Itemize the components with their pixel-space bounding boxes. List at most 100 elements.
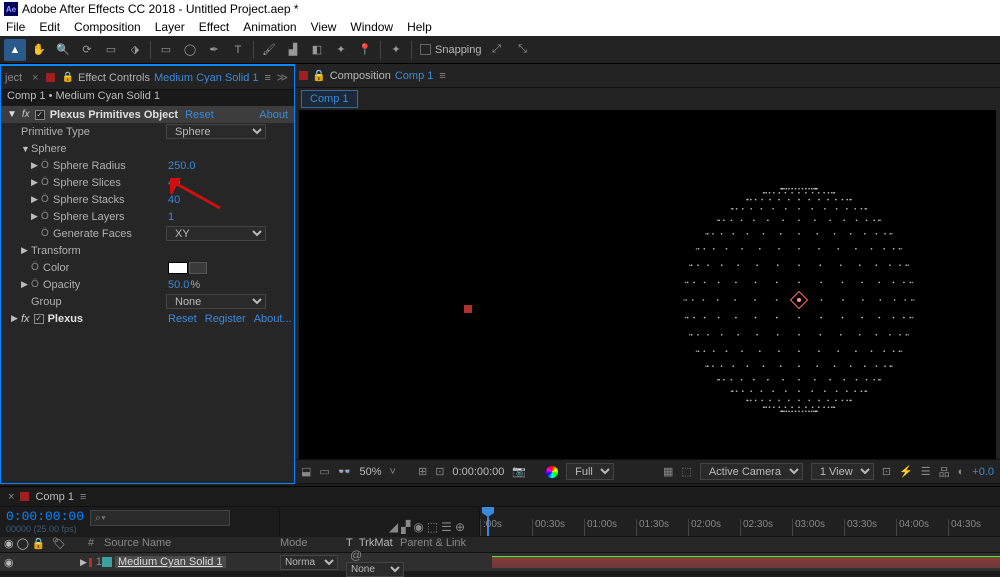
close-icon[interactable]: × <box>32 72 38 84</box>
menu-composition[interactable]: Composition <box>74 20 141 34</box>
resolution-select[interactable]: Full <box>566 463 614 480</box>
menu-layer[interactable]: Layer <box>155 20 185 34</box>
menu-animation[interactable]: Animation <box>243 20 296 34</box>
twirl-icon[interactable]: ▶ <box>31 177 41 188</box>
snap-edge-icon[interactable]: ⤢ <box>486 39 508 61</box>
channel-icon[interactable] <box>546 466 558 478</box>
eyedropper-icon[interactable] <box>189 262 207 274</box>
pickwhip-icon[interactable]: @ <box>350 548 362 562</box>
sphere-layers-value[interactable]: 1 <box>166 211 294 223</box>
close-icon[interactable]: × <box>8 491 14 503</box>
eye-icon[interactable]: ◉ <box>4 537 14 552</box>
draft-3d-icon[interactable]: ☰ <box>441 520 452 534</box>
twirl-icon[interactable]: ▼ <box>7 109 17 120</box>
tab-menu-icon[interactable]: ≡ <box>439 70 445 82</box>
timeline-tab[interactable]: Comp 1 <box>35 491 74 503</box>
generate-faces-select[interactable]: XY <box>166 226 266 241</box>
clone-tool-icon[interactable]: ▟ <box>282 39 304 61</box>
composition-viewer[interactable] <box>299 110 996 459</box>
chevron-down-icon[interactable]: ˅ <box>390 466 396 478</box>
exposure-value[interactable]: +0.0 <box>972 466 994 478</box>
comp-tab[interactable]: Comp 1 <box>301 90 358 108</box>
twirl-icon[interactable]: ▶ <box>31 211 41 222</box>
effect-controls-layer[interactable]: Medium Cyan Solid 1 <box>154 72 259 84</box>
local-axis-icon[interactable]: ✦ <box>385 39 407 61</box>
twirl-icon[interactable]: ▶ <box>80 557 87 568</box>
twirl-icon[interactable]: ▼ <box>21 144 31 154</box>
primitive-type-select[interactable]: Sphere <box>166 124 266 139</box>
color-swatch[interactable] <box>168 262 188 274</box>
stopwatch-icon[interactable]: Ö <box>31 262 43 273</box>
layer-duration-bar[interactable] <box>492 556 1000 568</box>
composition-tab-name[interactable]: Comp 1 <box>395 70 434 82</box>
lock-icon[interactable]: 🔒 <box>312 69 326 82</box>
stopwatch-icon[interactable]: Ö <box>41 160 53 171</box>
mask-icon[interactable]: 👓 <box>338 465 352 478</box>
layer-handle[interactable] <box>464 305 472 313</box>
3d-view-icon[interactable]: ⬚ <box>681 465 691 478</box>
pan-behind-tool-icon[interactable]: ⬗ <box>124 39 146 61</box>
reset-link[interactable]: Reset <box>168 313 197 325</box>
tab-menu-icon[interactable]: ≡ <box>80 491 86 503</box>
twirl-icon[interactable]: ▶ <box>31 194 41 205</box>
twirl-icon[interactable]: ▶ <box>21 245 31 256</box>
reset-link[interactable]: Reset <box>185 109 214 121</box>
pen-tool-icon[interactable]: ✒ <box>203 39 225 61</box>
snapping-checkbox[interactable] <box>420 44 431 55</box>
sphere-slices-value[interactable]: 40 <box>166 177 294 189</box>
selection-tool-icon[interactable]: ▲ <box>4 39 26 61</box>
register-link[interactable]: Register <box>205 313 246 325</box>
stopwatch-icon[interactable]: Ö <box>41 211 53 222</box>
timeline-icon[interactable]: ☰ <box>921 465 931 478</box>
snapshot-icon[interactable]: 📷 <box>512 465 526 478</box>
current-time[interactable]: 0:00:00:00 <box>452 466 504 478</box>
blend-mode-select[interactable]: Norma <box>280 555 338 570</box>
visibility-toggle[interactable]: ◉ <box>4 556 14 569</box>
menu-edit[interactable]: Edit <box>39 20 60 34</box>
rectangle-tool-icon[interactable]: ▭ <box>155 39 177 61</box>
stopwatch-icon[interactable]: Ö <box>41 177 53 188</box>
guides-icon[interactable]: ⊡ <box>435 465 444 478</box>
type-tool-icon[interactable]: T <box>227 39 249 61</box>
layer-name[interactable]: Medium Cyan Solid 1 <box>115 556 226 568</box>
orbit-tool-icon[interactable]: ⟳ <box>76 39 98 61</box>
ellipse-tool-icon[interactable]: ◯ <box>179 39 201 61</box>
about-link[interactable]: About <box>259 109 288 121</box>
motion-blur-icon[interactable]: ◉ <box>413 520 423 534</box>
frame-blend-icon[interactable]: ▞ <box>401 520 410 534</box>
brush-tool-icon[interactable]: 🖌 <box>258 39 280 61</box>
layer-track[interactable] <box>490 553 1000 571</box>
stopwatch-icon[interactable]: Ö <box>41 194 53 205</box>
transparency-grid-icon[interactable]: ▦ <box>663 465 673 478</box>
sphere-stacks-value[interactable]: 40 <box>166 194 294 206</box>
trkmat-select[interactable]: None <box>346 562 404 577</box>
layer-row[interactable]: ◉ ▶1 Medium Cyan Solid 1 Norma @None <box>0 553 1000 571</box>
roto-tool-icon[interactable]: ✦ <box>330 39 352 61</box>
stopwatch-icon[interactable]: Ö <box>41 228 53 239</box>
panel-menu-icon[interactable]: ≫ <box>276 71 288 84</box>
hand-tool-icon[interactable]: ✋ <box>28 39 50 61</box>
graph-editor-icon[interactable]: ⬚ <box>427 520 438 534</box>
effect-enabled-checkbox[interactable]: ✓ <box>35 110 45 120</box>
lock-icon[interactable]: 🔒 <box>62 72 74 83</box>
effect-controls-tab[interactable]: Effect Controls <box>78 72 150 84</box>
about-link[interactable]: About... <box>254 313 292 325</box>
shy-icon[interactable]: ◢ <box>389 520 398 534</box>
magnify-icon[interactable]: ⬓ <box>301 465 311 478</box>
stopwatch-icon[interactable]: Ö <box>31 279 43 290</box>
zoom-value[interactable]: 50% <box>360 466 382 478</box>
camera-tool-icon[interactable]: ▭ <box>100 39 122 61</box>
time-ruler[interactable]: :00s00:30s01:00s01:30s02:00s02:30s03:00s… <box>480 507 1000 537</box>
label-color[interactable] <box>89 558 92 567</box>
pixel-aspect-icon[interactable]: ⊡ <box>882 465 891 478</box>
twirl-icon[interactable]: ▶ <box>21 279 31 290</box>
view-count-select[interactable]: 1 View <box>811 463 874 480</box>
sphere-radius-value[interactable]: 250.0 <box>166 160 294 172</box>
fast-preview-icon[interactable]: ⚡ <box>899 465 913 478</box>
resolution-icon[interactable]: ▭ <box>319 465 329 478</box>
zoom-tool-icon[interactable]: 🔍 <box>52 39 74 61</box>
search-input[interactable] <box>90 510 230 526</box>
menu-view[interactable]: View <box>311 20 337 34</box>
twirl-icon[interactable]: ▶ <box>31 160 41 171</box>
eraser-tool-icon[interactable]: ◧ <box>306 39 328 61</box>
